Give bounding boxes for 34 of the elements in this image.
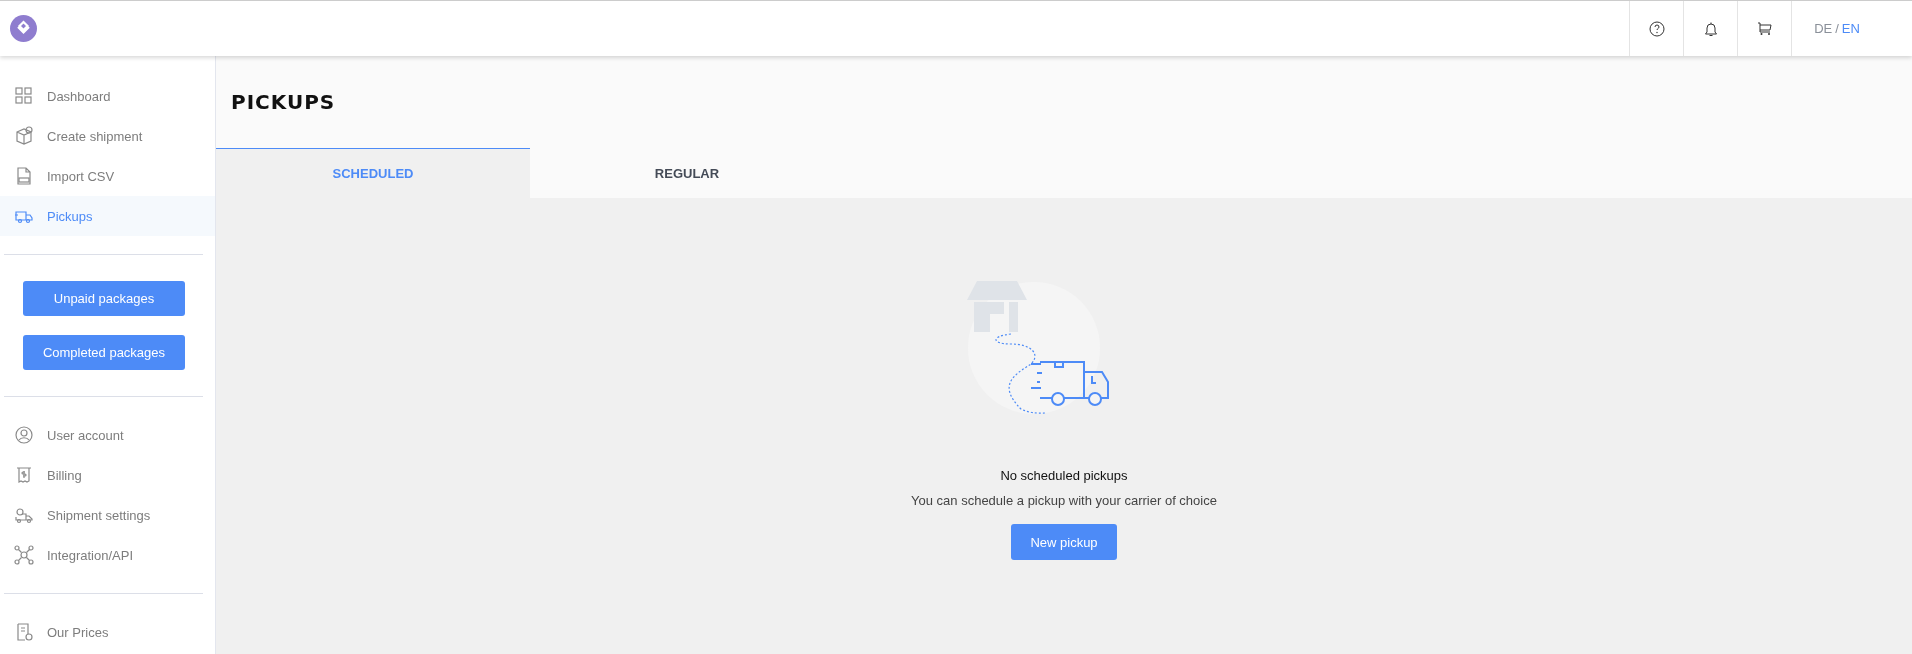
price-list-icon	[14, 622, 34, 642]
csv-file-icon	[14, 166, 34, 186]
help-button[interactable]	[1629, 1, 1683, 56]
box-icon	[14, 126, 34, 146]
empty-state-title: No scheduled pickups	[1000, 468, 1128, 483]
language-separator: /	[1835, 21, 1839, 36]
cart-button[interactable]	[1737, 1, 1791, 56]
new-pickup-button[interactable]: New pickup	[1011, 524, 1117, 560]
packages-button[interactable]: Completed packages	[23, 335, 185, 370]
grid-icon	[14, 86, 34, 106]
sidebar-item[interactable]: Shipment settings	[0, 495, 215, 535]
tab[interactable]: SCHEDULED	[216, 148, 530, 198]
user-icon	[14, 425, 34, 445]
sidebar-item[interactable]: Pickups	[0, 196, 215, 236]
help-icon	[1648, 20, 1665, 37]
packages-button[interactable]: Unpaid packages	[23, 281, 185, 316]
cart-icon	[1757, 21, 1772, 36]
receipt-icon	[14, 465, 34, 485]
bell-icon	[1703, 20, 1718, 37]
network-icon	[14, 545, 34, 565]
sidebar-item[interactable]: User account	[0, 415, 215, 455]
language-link[interactable]: EN	[1841, 21, 1860, 36]
sidebar-item[interactable]: Billing	[0, 455, 215, 495]
empty-state-text: You can schedule a pickup with your carrier of choice	[911, 493, 1217, 508]
gear-truck-icon	[14, 505, 34, 525]
sidebar-item[interactable]: Integration/API	[0, 535, 215, 575]
sidebar-item[interactable]: Dashboard	[0, 76, 215, 116]
sidebar-item[interactable]: Import CSV	[0, 156, 215, 196]
sidebar-item[interactable]: Create shipment	[0, 116, 215, 156]
logo-icon[interactable]	[10, 15, 37, 42]
sidebar-item[interactable]: Our Prices	[0, 612, 215, 652]
language-link[interactable]: DE	[1814, 21, 1833, 36]
page-title: PICKUPS	[231, 90, 336, 114]
notifications-button[interactable]	[1683, 1, 1737, 56]
